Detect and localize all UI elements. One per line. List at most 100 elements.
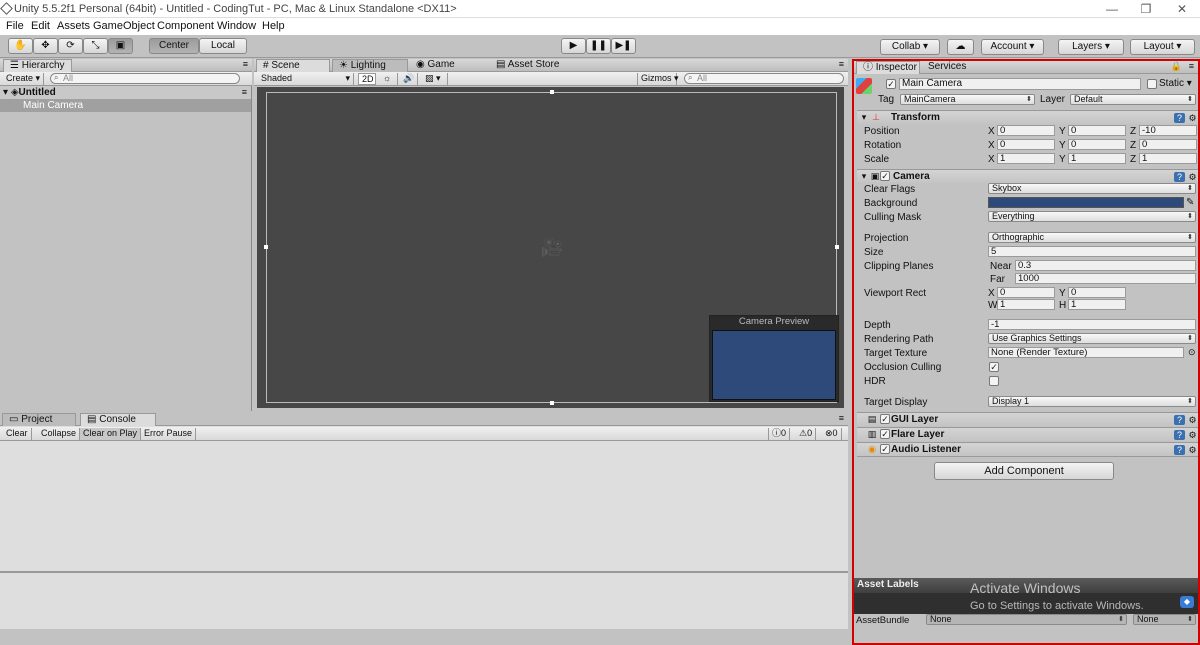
menu-assets[interactable]: Assets <box>57 20 90 32</box>
scale-y-field[interactable]: 1 <box>1068 153 1126 164</box>
size-field[interactable]: 5 <box>988 246 1196 257</box>
static-label[interactable]: Static ▾ <box>1159 78 1192 89</box>
frame-handle[interactable] <box>264 245 268 249</box>
shading-dropdown[interactable]: Shaded ▾ <box>258 73 354 85</box>
static-checkbox[interactable] <box>1147 79 1157 89</box>
scene-viewport[interactable]: 🎥 Camera Preview <box>257 87 844 408</box>
tag-dropdown[interactable]: MainCamera <box>900 94 1035 105</box>
tab-hierarchy[interactable]: ☰ Hierarchy <box>3 59 72 72</box>
maximize-icon[interactable]: ❐ <box>1136 2 1156 16</box>
collab-button[interactable]: Collab ▾ <box>880 39 940 55</box>
scale-z-field[interactable]: 1 <box>1139 153 1197 164</box>
tag-icon[interactable]: ◆ <box>1180 596 1194 608</box>
effects-icon[interactable]: ▨ ▾ <box>422 73 448 85</box>
rotation-x-field[interactable]: 0 <box>997 139 1055 150</box>
help-icon[interactable]: ? <box>1174 430 1185 440</box>
rotate-tool-icon[interactable]: ⟳ <box>58 38 83 54</box>
audio-listener-checkbox[interactable]: ✓ <box>880 444 890 454</box>
pivot-center-button[interactable]: Center <box>149 38 199 54</box>
help-icon[interactable]: ? <box>1174 415 1185 425</box>
scale-x-field[interactable]: 1 <box>997 153 1055 164</box>
gizmos-dropdown[interactable]: Gizmos ▾ <box>637 73 679 85</box>
help-icon[interactable]: ? <box>1174 445 1185 455</box>
tab-asset-store[interactable]: ▤ Asset Store <box>490 59 580 72</box>
clear-flags-dropdown[interactable]: Skybox <box>988 183 1196 194</box>
gui-layer-header[interactable]: ▤ ✓ GUI Layer ? ⚙ <box>857 412 1198 426</box>
tab-project[interactable]: ▭ Project <box>2 413 76 426</box>
cloud-icon[interactable]: ☁ <box>947 39 974 55</box>
tab-game[interactable]: ◉ Game <box>410 59 486 72</box>
frame-handle[interactable] <box>550 90 554 94</box>
gear-icon[interactable]: ⚙ <box>1187 172 1198 182</box>
background-color-field[interactable] <box>988 197 1184 208</box>
info-count-button[interactable]: ⓘ0 <box>768 428 791 440</box>
tab-lighting[interactable]: ☀ Lighting <box>332 59 408 72</box>
viewport-x-field[interactable]: 0 <box>997 287 1055 298</box>
projection-dropdown[interactable]: Orthographic <box>988 232 1196 243</box>
gear-icon[interactable]: ⚙ <box>1187 113 1198 123</box>
console-detail-area[interactable] <box>0 573 848 629</box>
menu-help[interactable]: Help <box>262 20 285 32</box>
console-log-area[interactable] <box>0 441 848 571</box>
warning-count-button[interactable]: ⚠0 <box>796 428 817 440</box>
panel-menu-icon[interactable]: ≡ <box>839 413 844 423</box>
target-texture-field[interactable]: None (Render Texture) <box>988 347 1184 358</box>
hierarchy-search-input[interactable]: All <box>50 73 240 84</box>
near-field[interactable]: 0.3 <box>1015 260 1196 271</box>
close-icon[interactable]: ✕ <box>1172 2 1192 16</box>
play-button[interactable]: ▶ <box>561 38 586 54</box>
viewport-y-field[interactable]: 0 <box>1068 287 1126 298</box>
move-tool-icon[interactable]: ✥ <box>33 38 58 54</box>
add-component-button[interactable]: Add Component <box>934 462 1114 480</box>
position-x-field[interactable]: 0 <box>997 125 1055 136</box>
lock-icon[interactable]: 🔒 <box>1171 61 1182 72</box>
space-local-button[interactable]: Local <box>199 38 247 54</box>
object-name-field[interactable]: Main Camera <box>899 78 1141 90</box>
assetbundle-variant-dropdown[interactable]: None <box>1133 614 1196 625</box>
menu-file[interactable]: File <box>6 20 24 32</box>
scene-row[interactable]: ▾ ◈Untitled ≡ <box>0 86 251 99</box>
gear-icon[interactable]: ⚙ <box>1187 430 1198 440</box>
viewport-w-field[interactable]: 1 <box>997 299 1055 310</box>
menu-gameobject[interactable]: GameObject <box>93 20 155 32</box>
tab-scene[interactable]: # Scene <box>256 59 330 72</box>
target-display-dropdown[interactable]: Display 1 <box>988 396 1196 407</box>
camera-gizmo-icon[interactable]: 🎥 <box>540 235 564 259</box>
flare-layer-header[interactable]: ▥ ✓ Flare Layer ? ⚙ <box>857 427 1198 441</box>
rotation-y-field[interactable]: 0 <box>1068 139 1126 150</box>
culling-mask-dropdown[interactable]: Everything <box>988 211 1196 222</box>
flare-layer-checkbox[interactable]: ✓ <box>880 429 890 439</box>
frame-handle[interactable] <box>835 245 839 249</box>
eyedropper-icon[interactable]: ✎ <box>1186 197 1194 208</box>
layout-button[interactable]: Layout ▾ <box>1130 39 1195 55</box>
transform-header[interactable]: ▾ ⊥ Transform ? ⚙ <box>857 110 1198 124</box>
hand-tool-icon[interactable]: ✋ <box>8 38 33 54</box>
layers-button[interactable]: Layers ▾ <box>1058 39 1124 55</box>
minimize-icon[interactable]: — <box>1102 2 1122 16</box>
help-icon[interactable]: ? <box>1174 172 1185 182</box>
scene-search-input[interactable]: All <box>684 73 844 84</box>
gui-layer-checkbox[interactable]: ✓ <box>880 414 890 424</box>
help-icon[interactable]: ? <box>1174 113 1185 123</box>
panel-menu-icon[interactable]: ≡ <box>243 59 248 69</box>
clear-button[interactable]: Clear <box>3 428 32 440</box>
create-button[interactable]: Create ▾ <box>3 73 45 85</box>
audio-icon[interactable]: 🔊 <box>400 73 418 85</box>
account-button[interactable]: Account ▾ <box>981 39 1044 55</box>
rendering-path-dropdown[interactable]: Use Graphics Settings <box>988 333 1196 344</box>
tab-services[interactable]: Services <box>922 61 994 74</box>
scene-menu-icon[interactable]: ≡ <box>242 86 247 99</box>
position-y-field[interactable]: 0 <box>1068 125 1126 136</box>
depth-field[interactable]: -1 <box>988 319 1196 330</box>
object-picker-icon[interactable]: ⊙ <box>1188 347 1196 358</box>
far-field[interactable]: 1000 <box>1015 273 1196 284</box>
clear-on-play-button[interactable]: Clear on Play <box>80 428 142 440</box>
position-z-field[interactable]: -10 <box>1139 125 1197 136</box>
pause-button[interactable]: ❚❚ <box>586 38 611 54</box>
rotation-z-field[interactable]: 0 <box>1139 139 1197 150</box>
panel-menu-icon[interactable]: ≡ <box>839 59 844 69</box>
gear-icon[interactable]: ⚙ <box>1187 415 1198 425</box>
frame-handle[interactable] <box>550 401 554 405</box>
camera-enabled-checkbox[interactable]: ✓ <box>880 171 890 181</box>
error-count-button[interactable]: ⊗0 <box>822 428 842 440</box>
